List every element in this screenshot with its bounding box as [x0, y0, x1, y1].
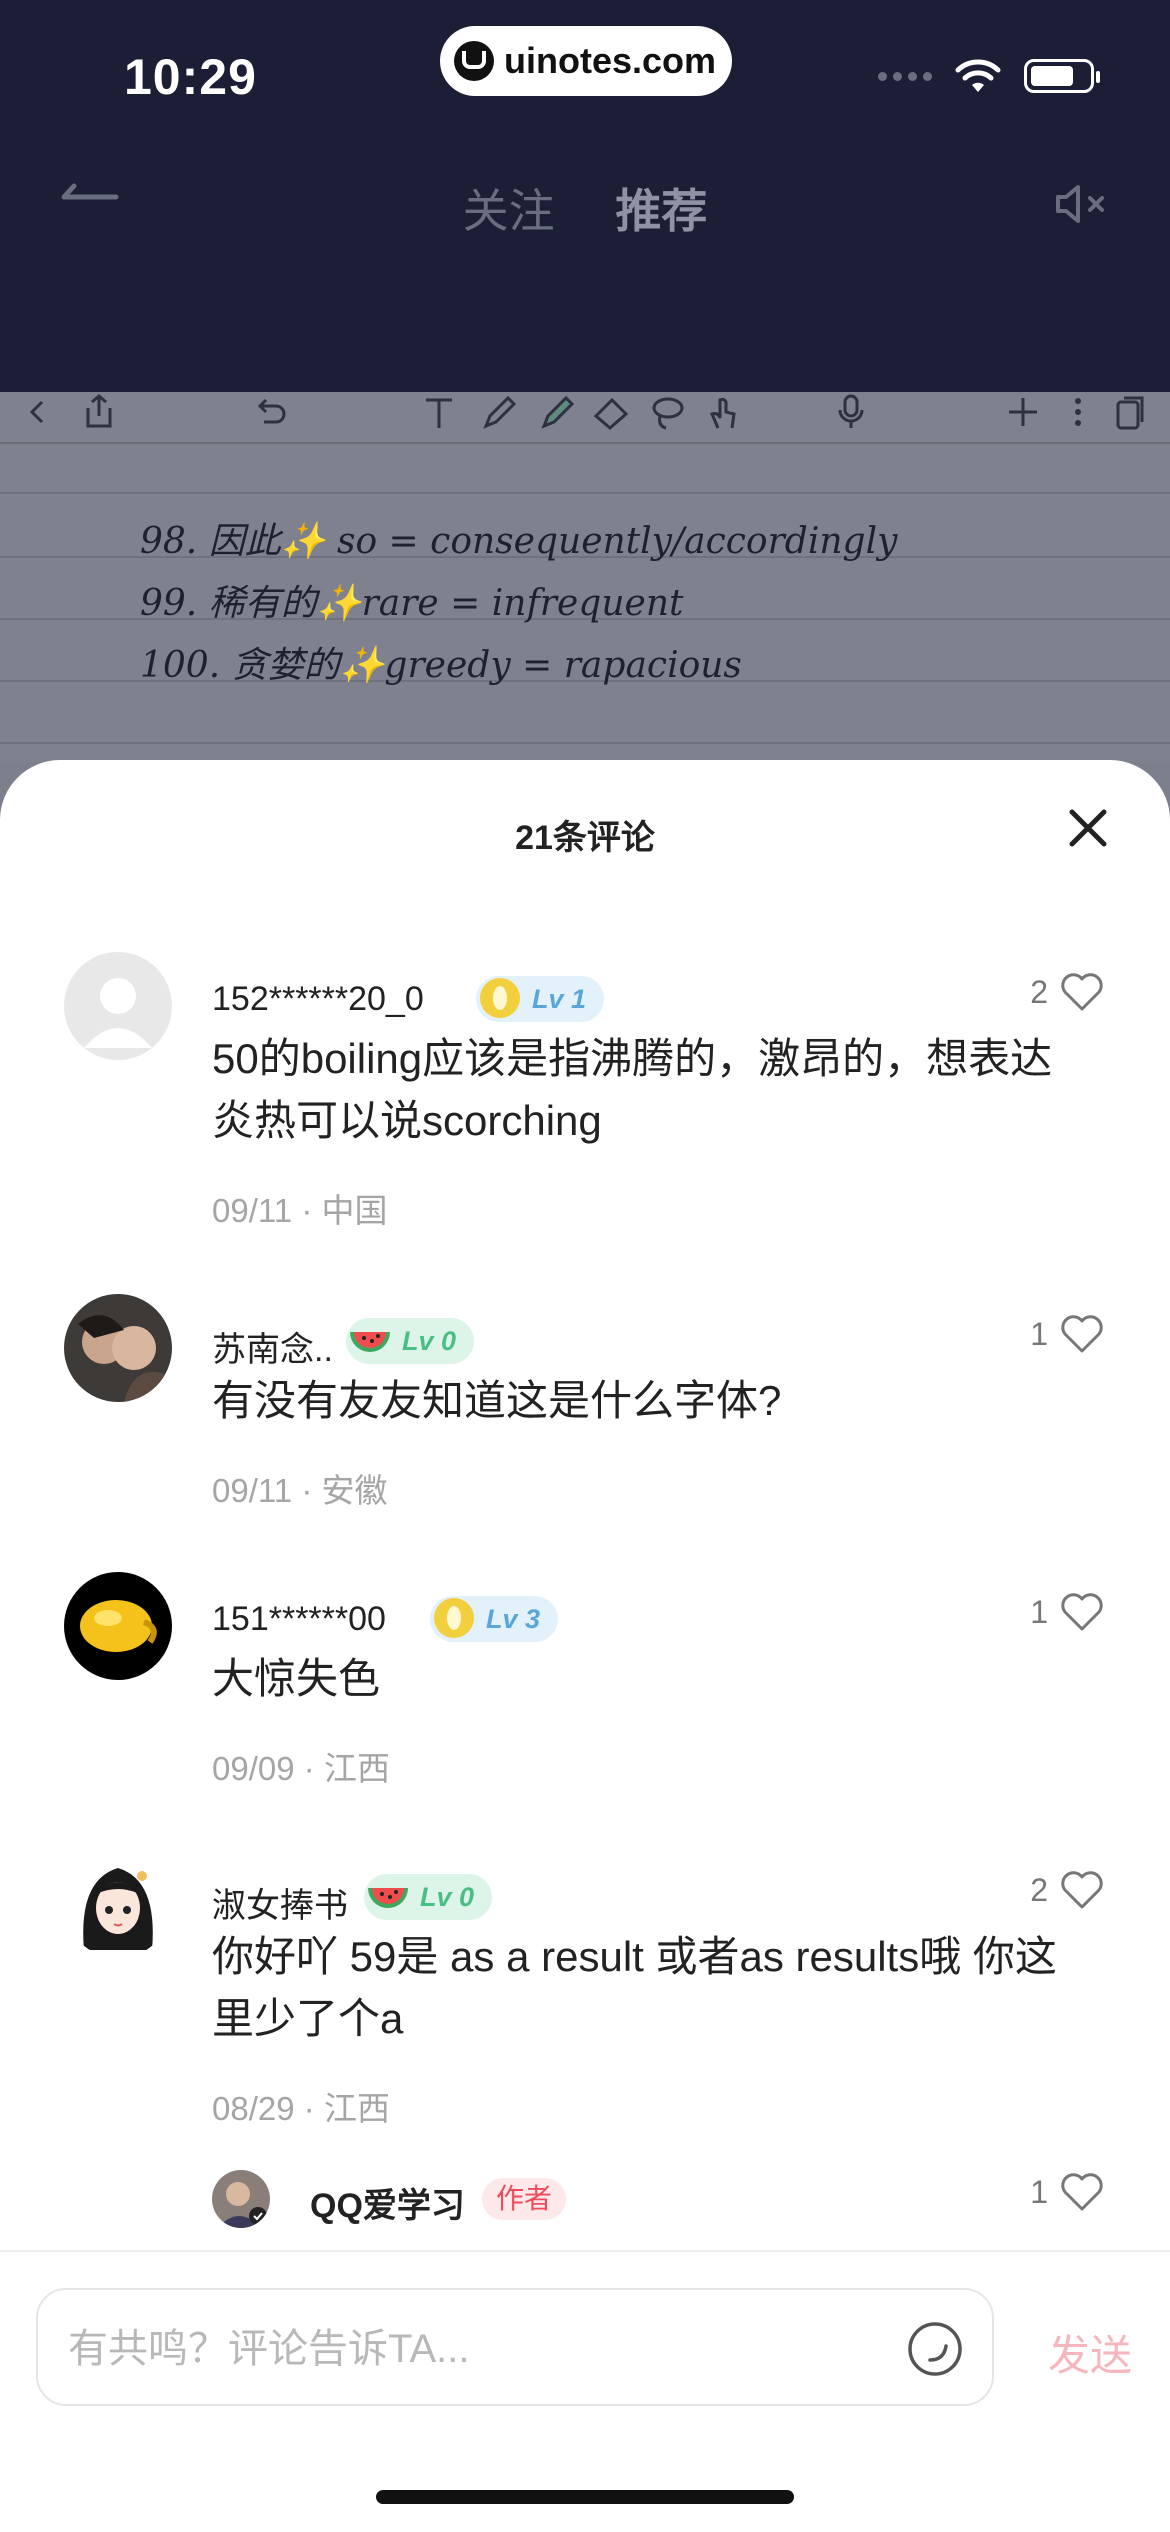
like-count: 1 [1030, 1315, 1048, 1352]
signal-icon [878, 71, 932, 81]
comment-username[interactable]: 151******00 [212, 1600, 386, 1639]
close-icon[interactable] [1064, 804, 1112, 852]
note-line-100: 100. 贪婪的✨greedy = rapacious [140, 645, 742, 686]
input-divider [0, 2250, 1170, 2252]
pages-icon [1116, 396, 1144, 430]
comment-username[interactable]: 淑女捧书 [212, 1878, 348, 1927]
status-time: 10:29 [124, 49, 257, 105]
home-indicator [376, 2490, 794, 2504]
watermelon-icon [350, 1332, 390, 1352]
comment-meta: 09/11 · 安徽 [212, 1472, 388, 1509]
more-icon [1075, 398, 1081, 426]
comment-input-box [36, 2288, 994, 2406]
like-button[interactable]: 2 [1030, 972, 1104, 1012]
tab-follow[interactable]: 关注 [463, 175, 555, 241]
like-count: 2 [1030, 973, 1048, 1010]
heart-icon [1061, 2173, 1103, 2211]
share-icon [86, 394, 112, 428]
heart-icon [1061, 973, 1103, 1011]
site-logo-icon [454, 41, 494, 81]
heart-icon [1061, 1871, 1103, 1909]
level-badge: Lv 3 [430, 1596, 559, 1642]
avatar[interactable] [64, 1572, 172, 1680]
comment-text: 你好吖 59是 as a result 或者as results哦 你这里少了个… [212, 1933, 1057, 2042]
heart-icon [1061, 1315, 1103, 1353]
site-name: uinotes.com [504, 40, 717, 81]
ring-medal-icon [480, 978, 520, 1018]
comment-meta: 09/11 · 中国 [212, 1192, 388, 1229]
comments-sheet: 21条评论 152******20_0 Lv 1 2 50的boiling应该是… [0, 760, 1170, 2532]
note-toolbar [0, 392, 1170, 444]
comment-meta: 08/29 · 江西 [212, 2090, 390, 2127]
feed-tabs: 关注 推荐 [0, 175, 1170, 241]
comment-text: 大惊失色 [212, 1655, 381, 1702]
like-count: 1 [1030, 1593, 1048, 1630]
level-badge: Lv 1 [476, 976, 605, 1022]
avatar[interactable] [64, 1850, 172, 1958]
text-tool-icon [426, 398, 452, 428]
status-icons [878, 58, 1100, 94]
like-count: 1 [1030, 2173, 1048, 2210]
touch-icon [709, 397, 736, 429]
level-badge: Lv 0 [346, 1318, 475, 1364]
lasso-icon [652, 397, 684, 430]
site-watermark: uinotes.com [440, 26, 732, 96]
comment-meta: 09/09 · 江西 [212, 1750, 390, 1787]
note-line-99: 99. 稀有的✨rare = infrequent [140, 583, 684, 624]
level-badge: Lv 0 [364, 1874, 493, 1920]
tab-recommend[interactable]: 推荐 [615, 175, 707, 241]
comment-username[interactable]: 152******20_0 [212, 980, 424, 1019]
like-button[interactable]: 1 [1030, 1314, 1104, 1354]
microphone-icon [838, 394, 864, 428]
pencil-icon [483, 395, 516, 429]
reply-username[interactable]: QQ爱学习 [310, 2178, 465, 2227]
note-line-98: 98. 因此✨ so = consequently/accordingly [140, 521, 898, 562]
heart-icon [1061, 1593, 1103, 1631]
undo-icon [257, 398, 286, 424]
comment-username[interactable]: 苏南念.. [212, 1322, 333, 1371]
note-image: 98. 因此✨ so = consequently/accordingly 99… [0, 392, 1170, 762]
like-button[interactable]: 2 [1030, 1870, 1104, 1910]
comment-input[interactable] [66, 2320, 890, 2378]
eraser-icon [593, 397, 629, 430]
comment-text: 50的boiling应该是指沸腾的，激昂的，想表达炎热可以说scorching [212, 1035, 1053, 1144]
highlighter-icon [541, 395, 574, 429]
reply-avatar[interactable] [212, 2170, 270, 2228]
watermelon-icon [368, 1888, 408, 1908]
like-button[interactable]: 1 [1030, 1592, 1104, 1632]
video-header: 10:29 uinotes.com 关注 推荐 [0, 0, 1170, 392]
send-button[interactable]: 发送 [1048, 2322, 1132, 2383]
battery-icon [1024, 59, 1100, 93]
avatar[interactable] [64, 1294, 172, 1402]
like-count: 2 [1030, 1871, 1048, 1908]
wifi-icon [955, 59, 1001, 92]
author-tag: 作者 [482, 2178, 567, 2220]
mute-icon[interactable] [1054, 182, 1112, 226]
avatar[interactable] [64, 952, 172, 1060]
like-button[interactable]: 1 [1030, 2172, 1104, 2212]
ring-medal-icon [434, 1598, 474, 1638]
emoji-icon[interactable] [906, 2320, 964, 2378]
chevron-left-icon [29, 400, 44, 424]
comment-text: 有没有友友知道这是什么字体? [212, 1377, 782, 1424]
comments-title: 21条评论 [515, 819, 655, 857]
add-icon [1009, 398, 1037, 426]
